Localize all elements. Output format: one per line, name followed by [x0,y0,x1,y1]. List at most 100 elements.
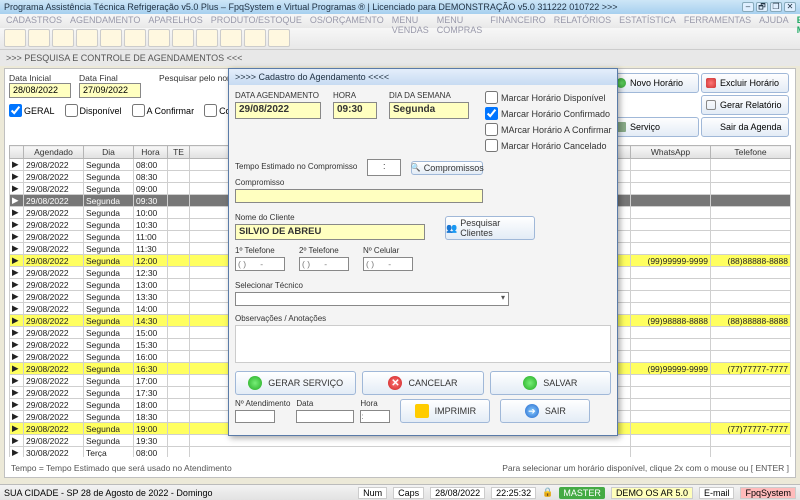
date-final-input[interactable]: 27/09/2022 [79,83,141,98]
toolbar-icon[interactable] [196,29,218,47]
obs-label: Observações / Anotações [235,314,611,323]
status-demo: DEMO OS AR 5.0 [611,487,693,499]
menu-os[interactable]: OS/ORÇAMENTO [310,15,384,27]
minimize-icon[interactable]: – [742,2,754,12]
col-hora[interactable]: Hora [134,146,168,159]
restore-icon[interactable]: 🗗 [756,2,768,12]
n-atend-input[interactable] [235,410,275,423]
status-email[interactable]: E-mail [699,487,735,499]
toolbar-icon[interactable] [100,29,122,47]
toolbar-icon[interactable] [172,29,194,47]
imprimir-button[interactable]: IMPRIMIR [400,399,490,423]
novo-horario-button[interactable]: Novo Horário [611,73,699,93]
menu-aparelhos[interactable]: APARELHOS [148,15,202,27]
servico-button[interactable]: Serviço [611,117,699,137]
modal-title: >>>> Cadastro do Agendamento <<<< [229,69,617,85]
col-whatsapp[interactable]: WhatsApp [631,146,711,159]
sel-tecnico-select[interactable] [235,292,509,306]
col-dia[interactable]: Dia [84,146,134,159]
cancelar-button[interactable]: ✕CANCELAR [362,371,483,395]
dow-label: DIA DA SEMANA [389,91,469,100]
status-caps: Caps [393,487,424,499]
nome-cliente-input[interactable]: SILVIO DE ABREU [235,224,425,240]
salvar-button[interactable]: SALVAR [490,371,611,395]
pesquisar-clientes-button[interactable]: 👥 Pesquisar Clientes [445,216,535,240]
tempo-input[interactable]: : [367,159,401,176]
col-handle [10,146,24,159]
compromisso-label: Compromisso [235,178,611,187]
data-agend-input[interactable]: 29/08/2022 [235,102,321,119]
n-data-input[interactable] [296,410,354,423]
hora-input[interactable]: 09:30 [333,102,377,119]
padlock-icon: 🔒 [542,487,553,498]
print-icon [415,404,429,418]
date-initial-input[interactable]: 28/08/2022 [9,83,71,98]
status-bar: SUA CIDADE - SP 28 de Agosto de 2022 - D… [0,484,800,500]
cel-label: Nº Celular [363,246,413,255]
toolbar-icon[interactable] [220,29,242,47]
chk-aconfirmar[interactable]: MArcar Horário A Confirmar [485,123,612,136]
window-title-bar: Programa Assistência Técnica Refrigeraçã… [0,0,800,14]
menu-produto[interactable]: PRODUTO/ESTOQUE [211,15,302,27]
window-title: Programa Assistência Técnica Refrigeraçã… [4,2,618,12]
menu-cadastros[interactable]: CADASTROS [6,15,62,27]
col-te[interactable]: TE [168,146,190,159]
menu-compras[interactable]: MENU COMPRAS [437,15,483,27]
tel1-label: 1º Telefone [235,246,285,255]
dow-value: Segunda [389,102,469,119]
toolbar-icon[interactable] [124,29,146,47]
n-atend-label: Nº Atendimento [235,399,290,408]
data-agend-label: DATA AGENDAMENTO [235,91,321,100]
compromisso-input[interactable] [235,189,483,203]
menu-agendamento[interactable]: AGENDAMENTO [70,15,140,27]
close-icon[interactable]: ✕ [784,2,796,12]
table-row[interactable]: ▶30/08/2022Terça08:00 [10,447,791,458]
compromissos-button[interactable]: Compromissos [411,161,483,175]
chk-cancelado[interactable]: Marcar Horário Cancelado [485,139,612,152]
menu-estatistica[interactable]: ESTATÍSTICA [619,15,676,27]
menu-vendas[interactable]: MENU VENDAS [392,15,429,27]
people-icon: 👥 [446,223,457,234]
toolbar-icon[interactable] [52,29,74,47]
n-hora-input[interactable] [360,410,390,423]
toolbar-icon[interactable] [268,29,290,47]
check-geral[interactable]: GERAL [9,104,55,117]
check-disponivel[interactable]: Disponível [65,104,122,117]
menu-ferramentas[interactable]: FERRAMENTAS [684,15,751,27]
tel1-input[interactable] [235,257,285,271]
toolbar-icon[interactable] [28,29,50,47]
main-menubar: CADASTROS AGENDAMENTO APARELHOS PRODUTO/… [0,14,800,28]
toolbar-icon[interactable] [148,29,170,47]
gerar-relatorio-button[interactable]: Gerar Relatório [701,95,789,115]
menu-financeiro[interactable]: FINANCEIRO [490,15,546,27]
menu-relatorios[interactable]: RELATÓRIOS [554,15,611,27]
chk-disponivel[interactable]: Marcar Horário Disponível [485,91,612,104]
obs-textarea[interactable] [235,325,611,363]
toolbar-icon[interactable] [244,29,266,47]
excluir-horario-button[interactable]: Excluir Horário [701,73,789,93]
tel2-input[interactable] [299,257,349,271]
status-master: MASTER [559,487,605,499]
chk-confirmado[interactable]: Marcar Horário Confirmado [485,107,612,120]
sel-tecnico-label: Selecionar Técnico [235,281,611,290]
menu-ajuda[interactable]: AJUDA [759,15,789,27]
hora-label: HORA [333,91,377,100]
delete-icon [706,78,716,88]
col-agendado[interactable]: Agendado [24,146,84,159]
sair-button[interactable]: ➔SAIR [500,399,590,423]
cel-input[interactable] [363,257,413,271]
date-initial-label: Data Inicial [9,73,71,83]
maximize-icon[interactable]: ❐ [770,2,782,12]
gerar-servico-button[interactable]: GERAR SERVIÇO [235,371,356,395]
exit-icon [706,122,716,132]
col-telefone[interactable]: Telefone [711,146,791,159]
status-time: 22:25:32 [491,487,536,499]
toolbar-icon[interactable] [76,29,98,47]
sair-agenda-button[interactable]: Sair da Agenda [701,117,789,137]
toolbar-icon[interactable] [4,29,26,47]
check-aconfirmar[interactable]: A Confirmar [132,104,195,117]
status-city: SUA CIDADE - SP 28 de Agosto de 2022 - D… [4,488,352,498]
table-row[interactable]: ▶29/08/2022Segunda19:30 [10,435,791,447]
n-hora-label: Hora [360,399,390,408]
page-subheader: >>> PESQUISA E CONTROLE DE AGENDAMENTOS … [0,50,800,66]
